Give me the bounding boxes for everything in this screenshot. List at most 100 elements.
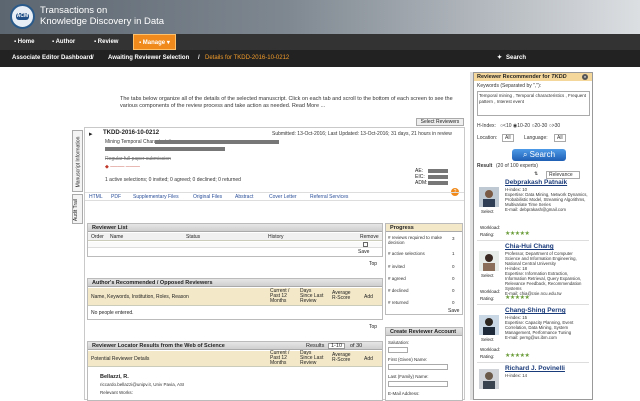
- reviewer-photo: [479, 187, 499, 207]
- search-icon[interactable]: ✦: [497, 50, 502, 67]
- reviewer-rating-label: Rating:: [480, 354, 495, 359]
- reviewer-details: H-index: 14: [505, 373, 527, 378]
- manuscript-icon: ▸: [89, 131, 93, 138]
- recommender-search-button[interactable]: ⌕ Search: [512, 149, 566, 161]
- progress-value-required: 3: [452, 236, 455, 241]
- col-history: History: [268, 234, 284, 240]
- recommender-header: Reviewer Recommender for TKDD ×: [474, 73, 592, 81]
- subnav-search-link[interactable]: Search: [506, 50, 526, 67]
- tab-manuscript-information-label: Manuscript Information: [75, 136, 82, 188]
- remove-checkbox[interactable]: [363, 242, 368, 247]
- nav-home[interactable]: ▪ Home: [14, 34, 34, 50]
- redacted-adm-bar: [428, 181, 448, 185]
- reviewer-list-top-link[interactable]: Top: [369, 261, 377, 267]
- col-current-past: Current / Past 12 Months: [270, 288, 290, 304]
- progress-value-agreed: 0: [452, 276, 455, 281]
- recommended-top-link[interactable]: Top: [369, 324, 377, 330]
- progress-panel: Progress # reviews required to make deci…: [385, 223, 463, 315]
- keywords-label: Keywords (Separated by ","):: [477, 83, 542, 89]
- col-status: Status: [186, 234, 201, 240]
- reviewer-photo: [479, 369, 499, 389]
- toolbar-referral-services[interactable]: Referral Services: [310, 193, 348, 201]
- nav-review[interactable]: ▪ Review: [94, 34, 118, 50]
- reviewer-card: Chang-Shing Perng H-index: 15 Expertise:…: [477, 307, 589, 363]
- close-icon[interactable]: ×: [582, 74, 588, 80]
- recommender-journal: TKDD: [551, 74, 567, 80]
- breadcrumb: Associate Editor Dashboard / Awaiting Re…: [0, 50, 640, 67]
- reviewer-photo: [479, 315, 499, 335]
- acm-logo-text: ACM: [16, 13, 29, 20]
- col-loc-average-rscore: Average R-Score: [332, 352, 351, 363]
- keywords-input[interactable]: Temporal mining , Temporal characteristi…: [477, 91, 590, 116]
- location-select[interactable]: All: [502, 134, 514, 142]
- reviewer-rating-stars[interactable]: ★★★★★: [505, 352, 530, 359]
- journal-header: ACM Transactions on Knowledge Discovery …: [0, 0, 640, 34]
- main-nav: ▪ Home ▪ Author ▪ Review ▪ Manage ▾: [0, 34, 640, 50]
- sort-select[interactable]: Relevance: [546, 171, 580, 179]
- reviewer-details: Professor, Department of Computer Scienc…: [505, 251, 582, 296]
- reviewer-list-save-button[interactable]: Save: [358, 249, 369, 255]
- tab-manuscript-information[interactable]: Manuscript Information: [72, 130, 83, 192]
- reviewer-photo: [479, 251, 499, 271]
- toolbar-pdf[interactable]: PDF: [111, 193, 121, 201]
- col-name: Name: [110, 234, 124, 240]
- reviewer-name[interactable]: Debprakash Patnaik: [505, 179, 567, 186]
- locator-result-name[interactable]: Bellazzi, R.: [100, 374, 129, 380]
- redacted-title-bar: [155, 140, 279, 144]
- reviewer-rating-label: Rating:: [480, 232, 495, 237]
- nav-manage[interactable]: ▪ Manage ▾: [133, 34, 176, 50]
- first-name-label: First (Given) Name:: [388, 357, 428, 362]
- breadcrumb-awaiting-selection[interactable]: Awaiting Reviewer Selection: [108, 50, 189, 67]
- reviewer-name[interactable]: Chang-Shing Perng: [505, 307, 566, 314]
- editor-assignments: AE: EIC: ADM:: [415, 168, 428, 186]
- select-reviewers-button[interactable]: Select Reviewers: [416, 118, 464, 126]
- col-loc-current-past: Current / Past 12 Months: [270, 350, 290, 366]
- results-range-select[interactable]: 1-10: [328, 343, 346, 349]
- sort-icon[interactable]: ⇅: [534, 171, 538, 177]
- reviewer-workload: Workload:: [480, 347, 501, 352]
- last-name-field[interactable]: [388, 381, 448, 387]
- reviewer-card: Chia-Hui Chang Professor, Department of …: [477, 243, 589, 305]
- reviewer-list-row: [88, 242, 382, 248]
- manuscript-details-panel: ▸ TKDD-2016-10-0212 Submitted: 13-Oct-20…: [84, 127, 465, 401]
- nav-author-label: Author: [55, 39, 76, 45]
- salutation-select[interactable]: [388, 347, 408, 353]
- progress-title: Progress: [386, 224, 462, 232]
- reviewer-name[interactable]: Richard J. Povinelli: [505, 365, 565, 372]
- redacted-eic-bar: [428, 175, 448, 179]
- reviewer-workload: Workload:: [480, 225, 501, 230]
- reviewer-rating-stars[interactable]: ★★★★★: [505, 294, 530, 301]
- hindex-label: H-Index:: [477, 123, 496, 129]
- breadcrumb-ae-dashboard[interactable]: Associate Editor Dashboard: [12, 50, 92, 67]
- locator-header: Potential Reviewer Details Current / Pas…: [88, 351, 382, 367]
- reviewer-name[interactable]: Chia-Hui Chang: [505, 243, 554, 250]
- reviewers-status-summary: 1 active selections; 0 invited; 0 agreed…: [105, 177, 241, 183]
- progress-value-returned: 0: [452, 300, 455, 305]
- language-select[interactable]: All: [554, 134, 566, 142]
- locator-result-works: Relevant Works:: [100, 390, 133, 395]
- nav-home-label: Home: [17, 39, 35, 45]
- toolbar-html[interactable]: HTML: [89, 193, 103, 201]
- tab-audit-trail[interactable]: Audit Trail: [72, 194, 83, 224]
- progress-save-button[interactable]: Save: [448, 308, 459, 314]
- result-label: Result: [477, 163, 493, 169]
- toolbar-cover-letter[interactable]: Cover Letter: [269, 193, 297, 201]
- locator-result-email: riccardo.bellazzi@unipv.it, Univ Pavia, …: [100, 382, 185, 387]
- reviewer-select-button[interactable]: Select: [481, 209, 494, 214]
- instructions-text: The tabs below organize all of the detai…: [120, 96, 453, 109]
- toolbar-abstract[interactable]: Abstract: [235, 193, 253, 201]
- col-days-since: Days Since Last Review: [300, 288, 324, 304]
- location-label: Location:: [477, 135, 498, 141]
- recommended-reviewers-panel: Author's Recommended / Opposed Reviewers…: [87, 278, 383, 320]
- toolbar-supplementary-files[interactable]: Supplementary Files: [133, 193, 179, 201]
- reviewer-select-button[interactable]: Select: [481, 337, 494, 342]
- reviewer-details: H-index: 15 Expertise: Capacity Planning…: [505, 315, 574, 340]
- progress-row-declined: # declined: [388, 288, 409, 293]
- reviewer-select-button[interactable]: Select: [481, 273, 494, 278]
- reviewer-rating-stars[interactable]: ★★★★★: [505, 230, 530, 237]
- first-name-field[interactable]: [388, 364, 448, 370]
- results-total: of 30: [350, 343, 363, 349]
- progress-value-declined: 0: [452, 288, 455, 293]
- nav-author[interactable]: ▪ Author: [52, 34, 75, 50]
- toolbar-original-files[interactable]: Original Files: [193, 193, 222, 201]
